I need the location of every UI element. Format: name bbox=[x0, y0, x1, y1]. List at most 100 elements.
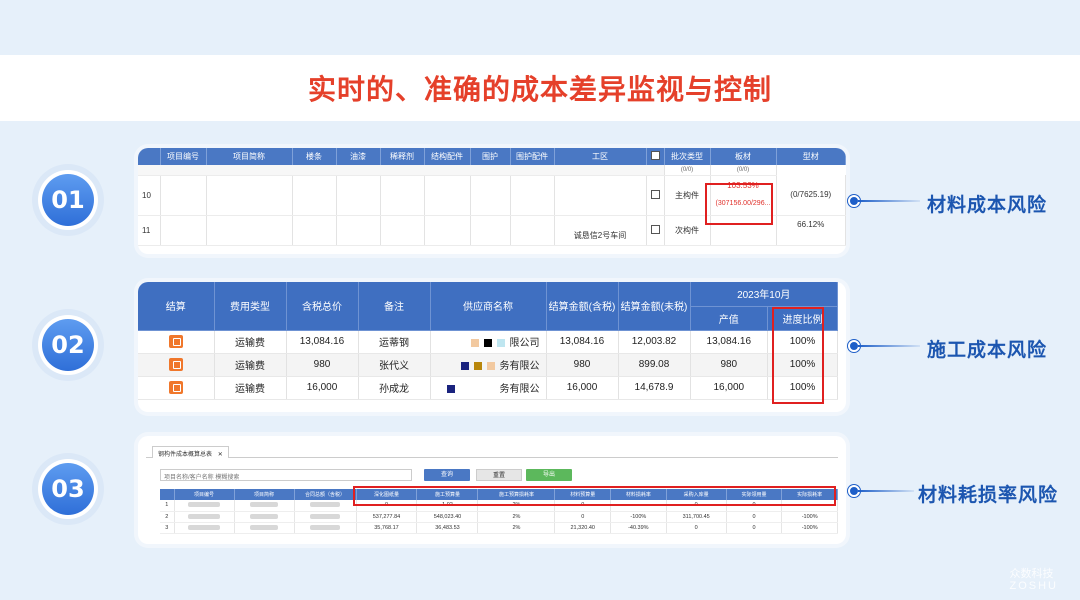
title-banner: 实时的、准确的成本差异监视与控制 bbox=[0, 55, 1080, 121]
risk-label-material-loss: 材料耗损率风险 bbox=[918, 485, 1059, 506]
risk-label-construction-cost: 施工成本风险 bbox=[927, 340, 1048, 361]
connector-line bbox=[858, 200, 920, 202]
tab-cost-summary[interactable]: 钢构件成本概算总表 ✕ bbox=[152, 446, 229, 458]
close-icon[interactable]: ✕ bbox=[218, 452, 223, 458]
column-header: 结算金额(未税) bbox=[618, 282, 691, 331]
table-row[interactable]: 运输费 980 张代义 务有限公 980 899.08 980 100% bbox=[138, 353, 838, 377]
sub-value: (0/0) bbox=[664, 165, 711, 176]
construction-cost-table: 结算 费用类型 含税总价 备注 供应商名称 结算金额(含税) 结算金额(未税) … bbox=[138, 282, 838, 400]
tab-bar: 钢构件成本概算总表 ✕ bbox=[146, 444, 838, 458]
column-header: 围护 bbox=[470, 148, 511, 165]
reset-button[interactable]: 重置 bbox=[476, 469, 522, 481]
column-header: 项目编号 bbox=[174, 489, 235, 500]
sub-value: (0/0) bbox=[710, 165, 777, 176]
column-header: 合同总额（含税） bbox=[294, 489, 357, 500]
column-header: 楼条 bbox=[292, 148, 337, 165]
column-header: 供应商名称 bbox=[430, 282, 547, 331]
cost-type: 运输费 bbox=[214, 330, 287, 354]
column-header: 板材 bbox=[710, 148, 777, 165]
cell: 2% bbox=[477, 522, 556, 534]
settle-tax: 13,084.16 bbox=[546, 330, 619, 354]
batch-type: 主构件 bbox=[664, 175, 711, 216]
brand-watermark: 众数科技 ZOSHU bbox=[1010, 568, 1059, 592]
settle-notax: 14,678.9 bbox=[618, 376, 691, 400]
material-loss-card: 钢构件成本概算总表 ✕ 项目名称/客户名称 模糊搜索 查询 重置 导出 项目编号… bbox=[138, 436, 846, 544]
section-badge-2: 02 bbox=[32, 309, 104, 381]
column-header: 工区 bbox=[554, 148, 647, 165]
table-row[interactable]: 运输费 13,084.16 运蒂钢 限公司 13,084.16 12,003.8… bbox=[138, 330, 838, 354]
cell: 311,700.45 bbox=[666, 511, 727, 523]
column-header: 含税总价 bbox=[286, 282, 359, 331]
column-header: 项目简称 bbox=[206, 148, 293, 165]
profile-value: (0/7625.19) bbox=[776, 175, 846, 216]
output-value: 980 bbox=[690, 353, 769, 377]
construction-cost-card: 结算 费用类型 含税总价 备注 供应商名称 结算金额(含税) 结算金额(未税) … bbox=[138, 282, 846, 412]
watermark-en: ZOSHU bbox=[1009, 580, 1058, 592]
cell: -100% bbox=[610, 511, 667, 523]
column-header: 备注 bbox=[358, 282, 431, 331]
cell: 0 bbox=[666, 522, 727, 534]
cell: 548,023.40 bbox=[416, 511, 479, 523]
column-header: 结构配件 bbox=[424, 148, 471, 165]
profile-value: 66.12% bbox=[776, 215, 846, 246]
column-header: 油漆 bbox=[336, 148, 381, 165]
watermark-cn: 众数科技 bbox=[1009, 568, 1054, 580]
settle-tax: 16,000 bbox=[546, 376, 619, 400]
supplier-name: 限公司 bbox=[509, 338, 540, 349]
settle-doc-icon[interactable] bbox=[168, 381, 183, 394]
cell: -40.39% bbox=[610, 522, 667, 534]
row-checkbox[interactable] bbox=[650, 224, 660, 234]
supplier-cell: 限公司 bbox=[430, 330, 547, 354]
row-number: 11 bbox=[138, 215, 161, 246]
settle-doc-icon[interactable] bbox=[168, 335, 183, 348]
supplier-cell: 务有限公 bbox=[430, 376, 547, 400]
export-button[interactable]: 导出 bbox=[526, 469, 572, 481]
cell: 36,483.53 bbox=[416, 522, 479, 534]
table-row[interactable]: 3 35,768.17 36,483.53 2% 21,320.40 -40.3… bbox=[160, 522, 838, 534]
total-price: 13,084.16 bbox=[286, 330, 359, 354]
settle-notax: 899.08 bbox=[618, 353, 691, 377]
badge-number: 03 bbox=[42, 463, 94, 515]
cell: 0 bbox=[726, 511, 783, 523]
cell: 537,277.84 bbox=[356, 511, 418, 523]
search-input[interactable]: 项目名称/客户名称 模糊搜索 bbox=[160, 469, 412, 481]
group-header: 2023年10月 bbox=[690, 282, 838, 307]
row-checkbox[interactable] bbox=[650, 189, 660, 199]
supplier-cell: 务有限公 bbox=[430, 353, 547, 377]
column-header: 批次类型 bbox=[664, 148, 711, 165]
area-cell bbox=[554, 175, 647, 216]
cost-type: 运输费 bbox=[214, 376, 287, 400]
cell: 0 bbox=[554, 511, 612, 523]
supplier-name: 务有限公 bbox=[499, 361, 540, 372]
table-row[interactable]: 运输费 16,000 孙成龙 务有限公 16,000 14,678.9 16,0… bbox=[138, 376, 838, 400]
column-header: 结算 bbox=[138, 282, 215, 331]
highlight-box bbox=[705, 183, 773, 225]
select-all-checkbox[interactable] bbox=[650, 151, 660, 160]
settle-tax: 980 bbox=[546, 353, 619, 377]
query-button[interactable]: 查询 bbox=[424, 469, 470, 481]
column-header: 产值 bbox=[690, 306, 769, 331]
highlight-box bbox=[353, 486, 836, 506]
connector-line bbox=[858, 490, 914, 492]
note: 运蒂钢 bbox=[358, 330, 431, 354]
section-badge-1: 01 bbox=[32, 164, 104, 236]
batch-type: 次构件 bbox=[664, 215, 711, 246]
column-header: 围护配件 bbox=[510, 148, 555, 165]
row-index: 3 bbox=[160, 522, 175, 534]
area-cell: 诚恳信2号车间 bbox=[554, 215, 647, 246]
risk-label-material-cost: 材料成本风险 bbox=[927, 195, 1048, 216]
column-header: 型材 bbox=[776, 148, 846, 165]
cost-type: 运输费 bbox=[214, 353, 287, 377]
cell: 35,768.17 bbox=[356, 522, 418, 534]
search-placeholder: 项目名称/客户名称 模糊搜索 bbox=[164, 475, 240, 481]
settle-notax: 12,003.82 bbox=[618, 330, 691, 354]
table-row[interactable]: 2 537,277.84 548,023.40 2% 0 -100% 311,7… bbox=[160, 511, 838, 523]
material-cost-card: 项目编号 项目简称 楼条 油漆 稀释剂 结构配件 围护 围护配件 工区 批次类型… bbox=[138, 148, 846, 254]
row-index: 2 bbox=[160, 511, 175, 523]
cell: 21,320.40 bbox=[554, 522, 612, 534]
total-price: 16,000 bbox=[286, 376, 359, 400]
cell: -100% bbox=[781, 511, 838, 523]
cell: 0 bbox=[726, 522, 783, 534]
settle-doc-icon[interactable] bbox=[168, 358, 183, 371]
note: 孙成龙 bbox=[358, 376, 431, 400]
